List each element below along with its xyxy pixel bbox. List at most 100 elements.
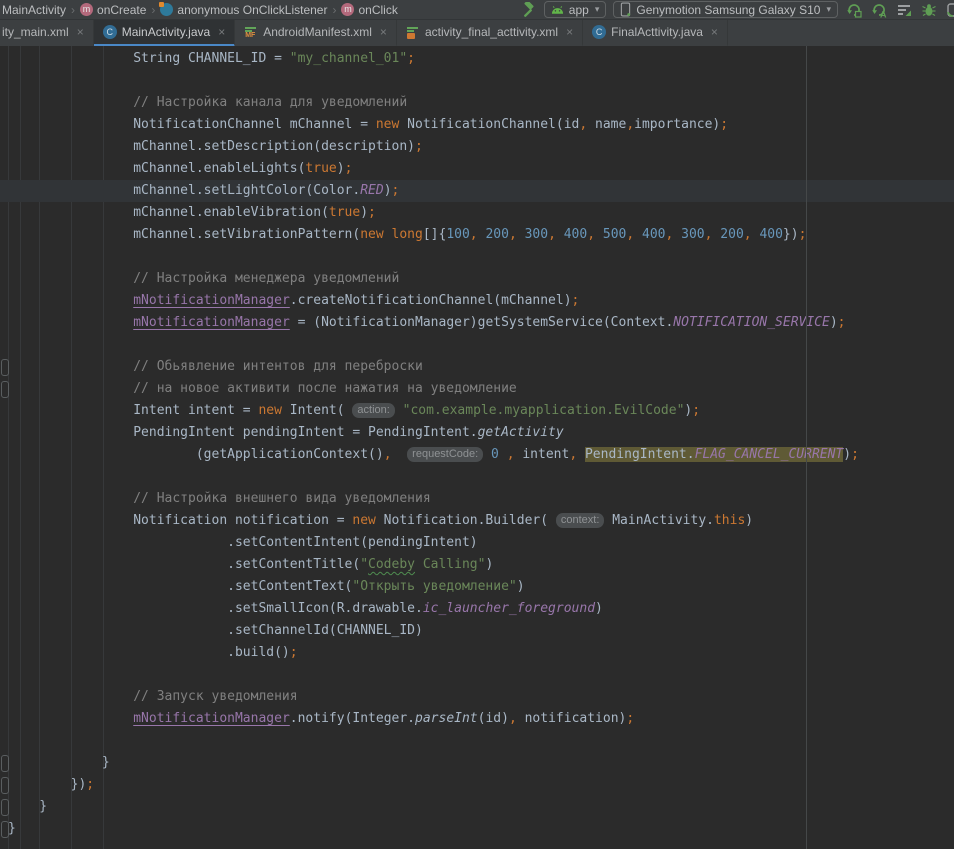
code-line[interactable]	[0, 70, 954, 92]
code-line[interactable]: mNotificationManager.createNotificationC…	[0, 290, 954, 312]
debug-bug-icon[interactable]	[920, 1, 938, 19]
breadcrumb-item-onclick[interactable]: m onClick	[341, 3, 397, 17]
code-line[interactable]: // Настройка менеджера уведомлений	[0, 268, 954, 290]
run-configuration-select[interactable]: app ▾	[544, 1, 607, 18]
breadcrumb-separator: ›	[71, 3, 75, 17]
code-line[interactable]: .setContentText("Открыть уведомление")	[0, 576, 954, 598]
fold-marker-icon[interactable]	[1, 381, 9, 398]
code-token: Codeby	[368, 557, 415, 572]
code-line[interactable]: });	[0, 774, 954, 796]
code-token: importance)	[634, 117, 720, 132]
code-line[interactable]: }	[0, 796, 954, 818]
tab-label: AndroidManifest.xml	[263, 25, 372, 39]
code-token: parseInt	[415, 711, 478, 726]
code-line[interactable]: mNotificationManager = (NotificationMana…	[0, 312, 954, 334]
code-token: ;	[692, 403, 700, 418]
close-icon[interactable]: ×	[77, 25, 84, 39]
code-token: )	[384, 183, 392, 198]
code-token: ,	[548, 227, 564, 242]
apply-code-changes-icon[interactable]: A	[870, 1, 888, 19]
code-token: )	[517, 579, 525, 594]
code-line[interactable]: NotificationChannel mChannel = new Notif…	[0, 114, 954, 136]
fold-marker-icon[interactable]	[1, 755, 9, 772]
fold-marker-icon[interactable]	[1, 821, 9, 838]
code-line[interactable]: mChannel.setVibrationPattern(new long[]{…	[0, 224, 954, 246]
editor-tab-bar: ity_main.xml × C MainActivity.java × MF …	[0, 19, 954, 47]
code-line[interactable]: Notification notification = new Notifica…	[0, 510, 954, 532]
code-line[interactable]	[0, 334, 954, 356]
tab-activity-main-xml[interactable]: ity_main.xml ×	[0, 20, 94, 47]
code-line[interactable]: mChannel.setLightColor(Color.RED);	[0, 180, 954, 202]
fold-marker-icon[interactable]	[1, 359, 9, 376]
tab-activity-final-acttivity-xml[interactable]: activity_final_acttivity.xml ×	[397, 20, 583, 47]
code-token: 300	[525, 227, 548, 242]
code-token: 100	[446, 227, 469, 242]
code-line[interactable]: mChannel.enableVibration(true);	[0, 202, 954, 224]
apply-changes-restart-icon[interactable]	[845, 1, 863, 19]
code-line[interactable]: Intent intent = new Intent( action: "com…	[0, 400, 954, 422]
code-line[interactable]: // Обьявление интентов для переброски	[0, 356, 954, 378]
code-token: "com.example.myapplication.EvilCode"	[403, 403, 685, 418]
code-line[interactable]	[0, 466, 954, 488]
code-line[interactable]: // на новое активити после нажатия на ув…	[0, 378, 954, 400]
code-line[interactable]: // Запуск уведомления	[0, 686, 954, 708]
tab-androidmanifest-xml[interactable]: MF AndroidManifest.xml ×	[235, 20, 397, 47]
anonymous-class-icon	[160, 3, 173, 16]
code-line[interactable]: }	[0, 818, 954, 840]
build-hammer-icon[interactable]	[519, 1, 537, 19]
code-line[interactable]: (getApplicationContext(), requestCode: 0…	[0, 444, 954, 466]
code-token: ,	[509, 711, 517, 726]
breadcrumb-item-anonymous-listener[interactable]: anonymous OnClickListener	[160, 3, 327, 17]
tab-label: ity_main.xml	[2, 25, 69, 39]
fold-marker-icon[interactable]	[1, 777, 9, 794]
code-token: ;	[407, 51, 415, 66]
close-icon[interactable]: ×	[566, 25, 573, 39]
code-token	[577, 447, 585, 462]
code-token: .setContentTitle(	[8, 557, 360, 572]
code-line[interactable]	[0, 730, 954, 752]
tab-finalacttivity-java[interactable]: C FinalActtivity.java ×	[583, 20, 728, 47]
layout-xml-file-icon	[406, 25, 420, 39]
close-icon[interactable]: ×	[711, 25, 718, 39]
code-line[interactable]: // Настройка внешнего вида уведомления	[0, 488, 954, 510]
device-select[interactable]: Genymotion Samsung Galaxy S10 ▾	[613, 1, 838, 18]
profiler-icon[interactable]	[895, 1, 913, 19]
code-line[interactable]: String CHANNEL_ID = "my_channel_01";	[0, 48, 954, 70]
code-area[interactable]: String CHANNEL_ID = "my_channel_01"; // …	[0, 48, 954, 840]
code-line[interactable]: mChannel.setDescription(description);	[0, 136, 954, 158]
code-line[interactable]: PendingIntent pendingIntent = PendingInt…	[0, 422, 954, 444]
close-icon[interactable]: ×	[380, 25, 387, 39]
code-line[interactable]: .setSmallIcon(R.drawable.ic_launcher_for…	[0, 598, 954, 620]
breadcrumb-item-mainactivity[interactable]: MainActivity	[2, 3, 66, 17]
code-token: "Открыть уведомление"	[352, 579, 516, 594]
profiler-glyph	[896, 2, 912, 18]
close-icon[interactable]: ×	[218, 25, 225, 39]
breadcrumb-label: MainActivity	[2, 3, 66, 17]
device-manager-glyph	[946, 2, 954, 18]
code-line[interactable]: .setChannelId(CHANNEL_ID)	[0, 620, 954, 642]
code-token: .setContentText(	[8, 579, 352, 594]
code-token: mNotificationManager	[133, 315, 290, 330]
device-manager-icon[interactable]	[945, 1, 954, 19]
code-line[interactable]: // Настройка канала для уведомлений	[0, 92, 954, 114]
code-line[interactable]	[0, 246, 954, 268]
code-line[interactable]: }	[0, 752, 954, 774]
code-line[interactable]: .setContentTitle("Codeby Calling")	[0, 554, 954, 576]
breadcrumb-item-oncreate[interactable]: m onCreate	[80, 3, 146, 17]
code-line[interactable]: .setContentIntent(pendingIntent)	[0, 532, 954, 554]
code-token: mNotificationManager	[133, 293, 290, 308]
breadcrumb-separator: ›	[332, 3, 336, 17]
tab-mainactivity-java[interactable]: C MainActivity.java ×	[94, 20, 236, 47]
code-line[interactable]: .build();	[0, 642, 954, 664]
java-class-icon: C	[592, 25, 606, 39]
code-token: ;	[838, 315, 846, 330]
code-token: ;	[368, 205, 376, 220]
code-editor[interactable]: String CHANNEL_ID = "my_channel_01"; // …	[0, 46, 954, 849]
code-line[interactable]: mChannel.enableLights(true);	[0, 158, 954, 180]
code-token: mChannel.enableVibration(	[8, 205, 329, 220]
code-line[interactable]	[0, 664, 954, 686]
fold-marker-icon[interactable]	[1, 799, 9, 816]
code-token: ;	[392, 183, 400, 198]
code-token: // на новое активити после нажатия на ув…	[8, 381, 517, 396]
code-line[interactable]: mNotificationManager.notify(Integer.pars…	[0, 708, 954, 730]
